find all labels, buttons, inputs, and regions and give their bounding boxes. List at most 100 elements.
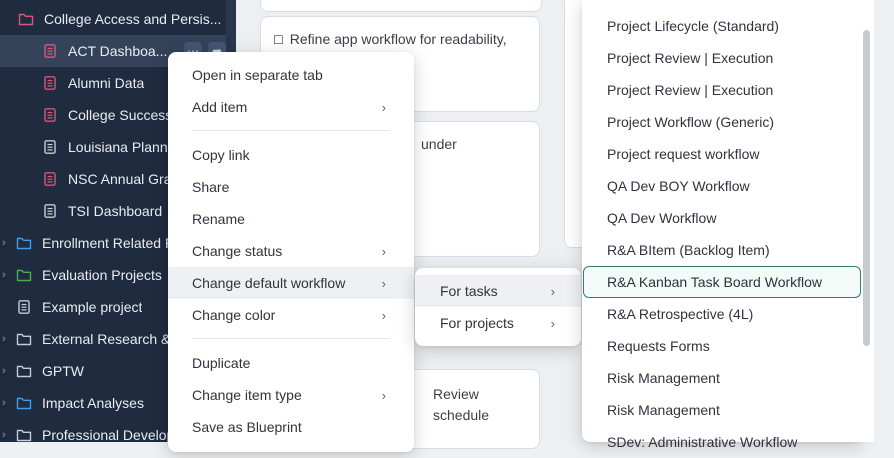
workflow-option[interactable]: R&A Retrospective (4L) (582, 298, 862, 330)
folder-icon (16, 235, 32, 251)
workflow-option[interactable]: Project Lifecycle (Standard) (582, 10, 862, 42)
workflow-option-label: Risk Management (607, 370, 720, 386)
workflow-option[interactable]: QA Dev BOY Workflow (582, 170, 862, 202)
chevron-right-icon[interactable]: › (0, 237, 16, 249)
workflow-option-label: Project request workflow (607, 146, 760, 162)
workflow-option[interactable]: QA Dev Workflow (582, 202, 862, 234)
workflow-option-label: Project Review | Execution (607, 50, 774, 66)
chevron-right-icon: › (381, 307, 386, 323)
workflow-option-label: QA Dev BOY Workflow (607, 178, 750, 194)
workflow-option-label: Risk Management (607, 402, 720, 418)
sidebar-item-label: External Research &... (42, 331, 183, 347)
document-icon (16, 299, 32, 315)
workflow-option[interactable]: Risk Management (582, 362, 862, 394)
page-right-edge (874, 0, 894, 442)
menu-item-label: Rename (192, 211, 245, 227)
workflow-option[interactable]: Project Review | Execution (582, 42, 862, 74)
menu-item-rename[interactable]: Rename (168, 203, 414, 235)
workflow-target-submenu: For tasks › For projects › (415, 268, 581, 346)
workflow-option[interactable]: Project Review | Execution (582, 74, 862, 106)
menu-item-add-item[interactable]: Add item › (168, 91, 414, 123)
menu-item-change-item-type[interactable]: Change item type › (168, 379, 414, 411)
workflow-option-label: R&A BItem (Backlog Item) (607, 242, 770, 258)
sidebar-item-label: ACT Dashboa... (68, 43, 168, 59)
checklist-icon: ☐ (273, 33, 284, 47)
menu-item-save-as-blueprint[interactable]: Save as Blueprint (168, 411, 414, 443)
chevron-right-icon: › (550, 315, 555, 331)
workflow-option-label: Project Review | Execution (607, 82, 774, 98)
item-context-menu: Open in separate tab Add item › Copy link Sh… (168, 52, 414, 452)
sidebar-item-label: Professional Develop... (42, 427, 186, 442)
menu-item-label: For projects (440, 315, 514, 331)
document-icon (42, 203, 58, 219)
sidebar-item-label: TSI Dashboard (68, 203, 163, 219)
document-icon (42, 139, 58, 155)
workflow-option[interactable]: Project Workflow (Generic) (582, 106, 862, 138)
menu-item-share[interactable]: Share (168, 171, 414, 203)
chevron-right-icon[interactable]: › (0, 333, 16, 345)
chevron-right-icon: › (381, 243, 386, 259)
folder-icon (16, 363, 32, 379)
workflow-option[interactable]: SDev: Administrative Workflow (582, 426, 862, 458)
sidebar-item-label: Enrollment Related P... (42, 235, 185, 251)
card-title: under (421, 136, 457, 152)
workflow-list-scroll-thumb[interactable] (863, 30, 870, 346)
chevron-right-icon[interactable]: › (0, 365, 16, 377)
menu-item-label: Change item type (192, 387, 302, 403)
menu-item-label: Share (192, 179, 230, 195)
sidebar-item-label: Alumni Data (68, 75, 145, 91)
chevron-right-icon: › (381, 387, 386, 403)
menu-item-label: Open in separate tab (192, 67, 323, 83)
document-icon (42, 107, 58, 123)
sidebar-folder-item[interactable]: College Access and Persis... (0, 3, 226, 35)
menu-item-label: Change default workflow (192, 275, 346, 291)
workflow-option-label: QA Dev Workflow (607, 210, 717, 226)
workflow-option-label: R&A Retrospective (4L) (607, 306, 754, 322)
menu-item-duplicate[interactable]: Duplicate (168, 347, 414, 379)
chevron-right-icon[interactable]: › (0, 397, 16, 409)
sidebar-item-label: Louisiana Planni... (68, 139, 183, 155)
board-card-partial[interactable] (260, 0, 542, 12)
workflow-option[interactable]: Risk Management (582, 394, 862, 426)
workflow-option-label: Requests Forms (607, 338, 710, 354)
menu-item-label: Copy link (192, 147, 250, 163)
workflow-option[interactable]: Project request workflow (582, 138, 862, 170)
folder-icon (16, 331, 32, 347)
menu-item-for-tasks[interactable]: For tasks › (415, 275, 581, 307)
document-icon (42, 43, 58, 59)
workflow-option[interactable]: Requests Forms (582, 330, 862, 362)
card-title: Review schedule (433, 386, 490, 423)
sidebar-item-label: Example project (42, 299, 143, 315)
folder-icon (16, 267, 32, 283)
document-icon (42, 75, 58, 91)
menu-item-label: Save as Blueprint (192, 419, 302, 435)
menu-item-for-projects[interactable]: For projects › (415, 307, 581, 339)
workflow-list-submenu: Project Lifecycle (Standard) Project Revi… (582, 0, 862, 450)
menu-item-copy-link[interactable]: Copy link (168, 139, 414, 171)
menu-item-label: Change color (192, 307, 276, 323)
workflow-option-label: R&A Kanban Task Board Workflow (607, 274, 823, 290)
chevron-right-icon[interactable]: › (0, 429, 16, 441)
workflow-option-label: SDev: Administrative Workflow (607, 434, 798, 450)
menu-item-label: Change status (192, 243, 283, 259)
chevron-right-icon: › (381, 275, 386, 291)
sidebar-item-label: Evaluation Projects (42, 267, 162, 283)
menu-item-change-default-workflow[interactable]: Change default workflow › (168, 267, 414, 299)
sidebar-item-label: NSC Annual Gra... (68, 171, 184, 187)
menu-item-change-status[interactable]: Change status › (168, 235, 414, 267)
chevron-right-icon[interactable]: › (0, 269, 16, 281)
menu-item-open-in-separate-tab[interactable]: Open in separate tab (168, 59, 414, 91)
sidebar-item-label: GPTW (42, 363, 84, 379)
folder-icon (16, 395, 32, 411)
workflow-option-selected[interactable]: R&A Kanban Task Board Workflow (583, 266, 861, 298)
menu-item-label: Duplicate (192, 355, 251, 371)
menu-item-label: Add item (192, 99, 248, 115)
chevron-right-icon: › (550, 283, 555, 299)
menu-item-change-color[interactable]: Change color › (168, 299, 414, 331)
document-icon (42, 171, 58, 187)
sidebar-item-label: College Success... (68, 107, 184, 123)
menu-divider (192, 130, 390, 131)
workflow-option[interactable]: R&A BItem (Backlog Item) (582, 234, 862, 266)
menu-item-label: For tasks (440, 283, 498, 299)
menu-divider (192, 338, 390, 339)
